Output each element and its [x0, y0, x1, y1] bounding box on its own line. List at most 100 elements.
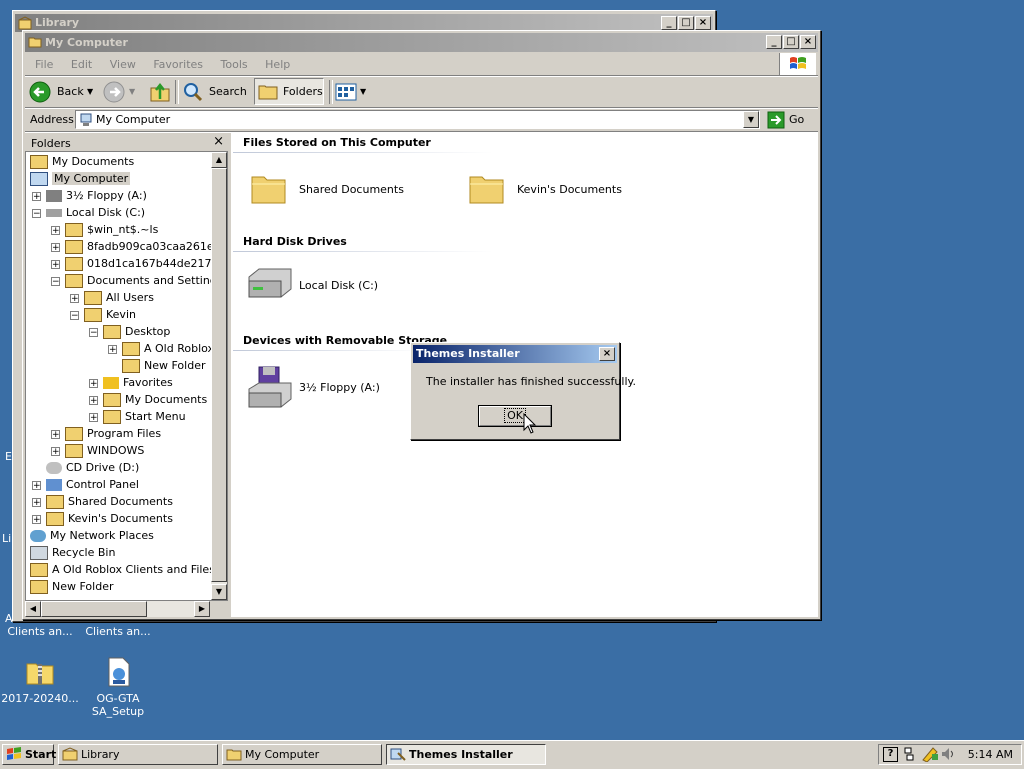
taskbar-button-my-computer[interactable]: My Computer	[222, 744, 382, 765]
go-button[interactable]: Go	[767, 111, 811, 129]
start-button[interactable]: Start	[2, 744, 56, 765]
tree-item[interactable]: + Kevin's Documents	[32, 510, 173, 527]
desktop-icon-gta-setup[interactable]: OG-GTA SA_Setup	[78, 656, 158, 718]
menu-file[interactable]: File	[35, 58, 53, 71]
up-folder-icon[interactable]	[149, 81, 171, 103]
scroll-down-button[interactable]: ▼	[211, 584, 227, 600]
expand-icon[interactable]: +	[32, 480, 41, 490]
address-dropdown-button[interactable]: ▼	[743, 111, 759, 128]
item-shared-documents[interactable]: Shared Documents	[249, 169, 449, 213]
tree-item[interactable]: + Program Files	[51, 425, 161, 442]
scroll-up-button[interactable]: ▲	[211, 152, 227, 168]
tree-horizontal-scrollbar[interactable]: ◀ ▶	[25, 601, 210, 617]
menu-favorites[interactable]: Favorites	[153, 58, 203, 71]
expand-icon[interactable]: +	[32, 514, 41, 524]
tree-item[interactable]: + WINDOWS	[51, 442, 144, 459]
back-dropdown-icon[interactable]: ▼	[87, 79, 93, 105]
menu-view[interactable]: View	[110, 58, 136, 71]
tree-vertical-scrollbar[interactable]: ▲ ▼	[211, 152, 227, 600]
volume-icon[interactable]	[941, 747, 955, 761]
expand-icon[interactable]: +	[70, 293, 79, 303]
tree-item[interactable]: +018d1ca167b44de21775	[51, 255, 225, 272]
views-button[interactable]: ▼	[335, 79, 369, 105]
close-button[interactable]: ×	[599, 347, 615, 361]
clock[interactable]: 5:14 AM	[968, 748, 1013, 761]
tree-item[interactable]: Recycle Bin	[30, 544, 115, 561]
folder-icon	[103, 325, 121, 339]
ok-button[interactable]: OK	[478, 405, 552, 427]
expand-icon[interactable]: +	[108, 344, 117, 354]
expand-icon[interactable]: +	[51, 225, 60, 235]
explorer-window[interactable]: My Computer _ □ × File Edit View Favorit…	[22, 30, 821, 620]
tree-item[interactable]: + Start Menu	[89, 408, 186, 425]
back-button[interactable]: Back ▼	[29, 79, 99, 105]
tree-item[interactable]: My Documents	[30, 153, 134, 170]
tree-item-selected[interactable]: My Computer	[30, 170, 131, 187]
tree-item[interactable]: A Old Roblox Clients and Files Zip	[30, 561, 227, 578]
tree-item[interactable]: − Local Disk (C:)	[32, 204, 145, 221]
expand-icon[interactable]: +	[51, 446, 60, 456]
tree-item[interactable]: + $win_nt$.~ls	[51, 221, 158, 238]
collapse-icon[interactable]: −	[32, 208, 41, 218]
expand-icon[interactable]: +	[89, 412, 98, 422]
scroll-thumb[interactable]	[41, 601, 147, 617]
tree-item[interactable]: + My Documents	[89, 391, 207, 408]
expand-icon[interactable]: +	[32, 497, 41, 507]
tree-item[interactable]: My Network Places	[30, 527, 154, 544]
forward-dropdown-icon[interactable]: ▼	[129, 79, 135, 105]
tree-item[interactable]: − Documents and Settings	[51, 272, 223, 289]
close-button[interactable]: ×	[800, 35, 816, 49]
disk-icon	[46, 209, 62, 217]
tree-item[interactable]: − Kevin	[70, 306, 136, 323]
item-local-disk[interactable]: Local Disk (C:)	[245, 267, 445, 311]
scroll-thumb[interactable]	[211, 168, 227, 582]
expand-icon[interactable]: +	[51, 242, 60, 252]
folders-button[interactable]: Folders	[254, 78, 324, 105]
folders-pane-close-button[interactable]: ×	[213, 134, 224, 149]
maximize-button[interactable]: □	[678, 16, 694, 30]
tree-item[interactable]: + A Old Roblox C	[108, 340, 225, 357]
close-button[interactable]: ×	[695, 16, 711, 30]
menu-help[interactable]: Help	[265, 58, 290, 71]
scroll-right-button[interactable]: ▶	[194, 601, 210, 617]
forward-button[interactable]: ▼	[103, 79, 139, 105]
scroll-left-button[interactable]: ◀	[25, 601, 41, 617]
expand-icon[interactable]: +	[89, 378, 98, 388]
tree-item[interactable]: + Favorites	[89, 374, 173, 391]
taskbar-button-library[interactable]: Library	[58, 744, 218, 765]
collapse-icon[interactable]: −	[51, 276, 60, 286]
item-label: Shared Documents	[299, 183, 404, 196]
minimize-button[interactable]: _	[766, 35, 782, 49]
help-icon[interactable]: ?	[883, 747, 898, 762]
item-kevins-documents[interactable]: Kevin's Documents	[467, 169, 667, 213]
tree-item[interactable]: New Folder	[122, 357, 205, 374]
dialog-titlebar[interactable]: Themes Installer ×	[413, 345, 617, 363]
tree-item[interactable]: CD Drive (D:)	[46, 459, 139, 476]
tree-item[interactable]: − Desktop	[89, 323, 170, 340]
address-field[interactable]: My Computer ▼	[75, 110, 760, 129]
taskbar-button-label: My Computer	[245, 748, 320, 761]
menu-tools[interactable]: Tools	[221, 58, 248, 71]
network-icon[interactable]	[903, 747, 915, 761]
explorer-titlebar[interactable]: My Computer _ □ ×	[25, 33, 818, 52]
tree-item[interactable]: + All Users	[70, 289, 154, 306]
tree-item[interactable]: New Folder	[30, 578, 113, 595]
taskbar-button-themes-installer[interactable]: Themes Installer	[386, 744, 546, 765]
expand-icon[interactable]: +	[51, 259, 60, 269]
themes-installer-dialog[interactable]: Themes Installer × The installer has fin…	[410, 342, 636, 440]
collapse-icon[interactable]: −	[70, 310, 79, 320]
tree-item[interactable]: +8fadb909ca03caa261e4d8	[51, 238, 227, 255]
expand-icon[interactable]: +	[51, 429, 60, 439]
minimize-button[interactable]: _	[661, 16, 677, 30]
security-icon[interactable]	[921, 746, 939, 762]
expand-icon[interactable]: +	[32, 191, 41, 201]
search-button[interactable]: Search	[183, 79, 249, 105]
tree-item[interactable]: + Shared Documents	[32, 493, 173, 510]
menu-edit[interactable]: Edit	[71, 58, 92, 71]
collapse-icon[interactable]: −	[89, 327, 98, 337]
expand-icon[interactable]: +	[89, 395, 98, 405]
maximize-button[interactable]: □	[783, 35, 799, 49]
tree-item[interactable]: +3½ Floppy (A:)	[32, 187, 147, 204]
tree-item[interactable]: + Control Panel	[32, 476, 139, 493]
desktop-icon-zip[interactable]: 2017-20240...	[0, 656, 80, 705]
